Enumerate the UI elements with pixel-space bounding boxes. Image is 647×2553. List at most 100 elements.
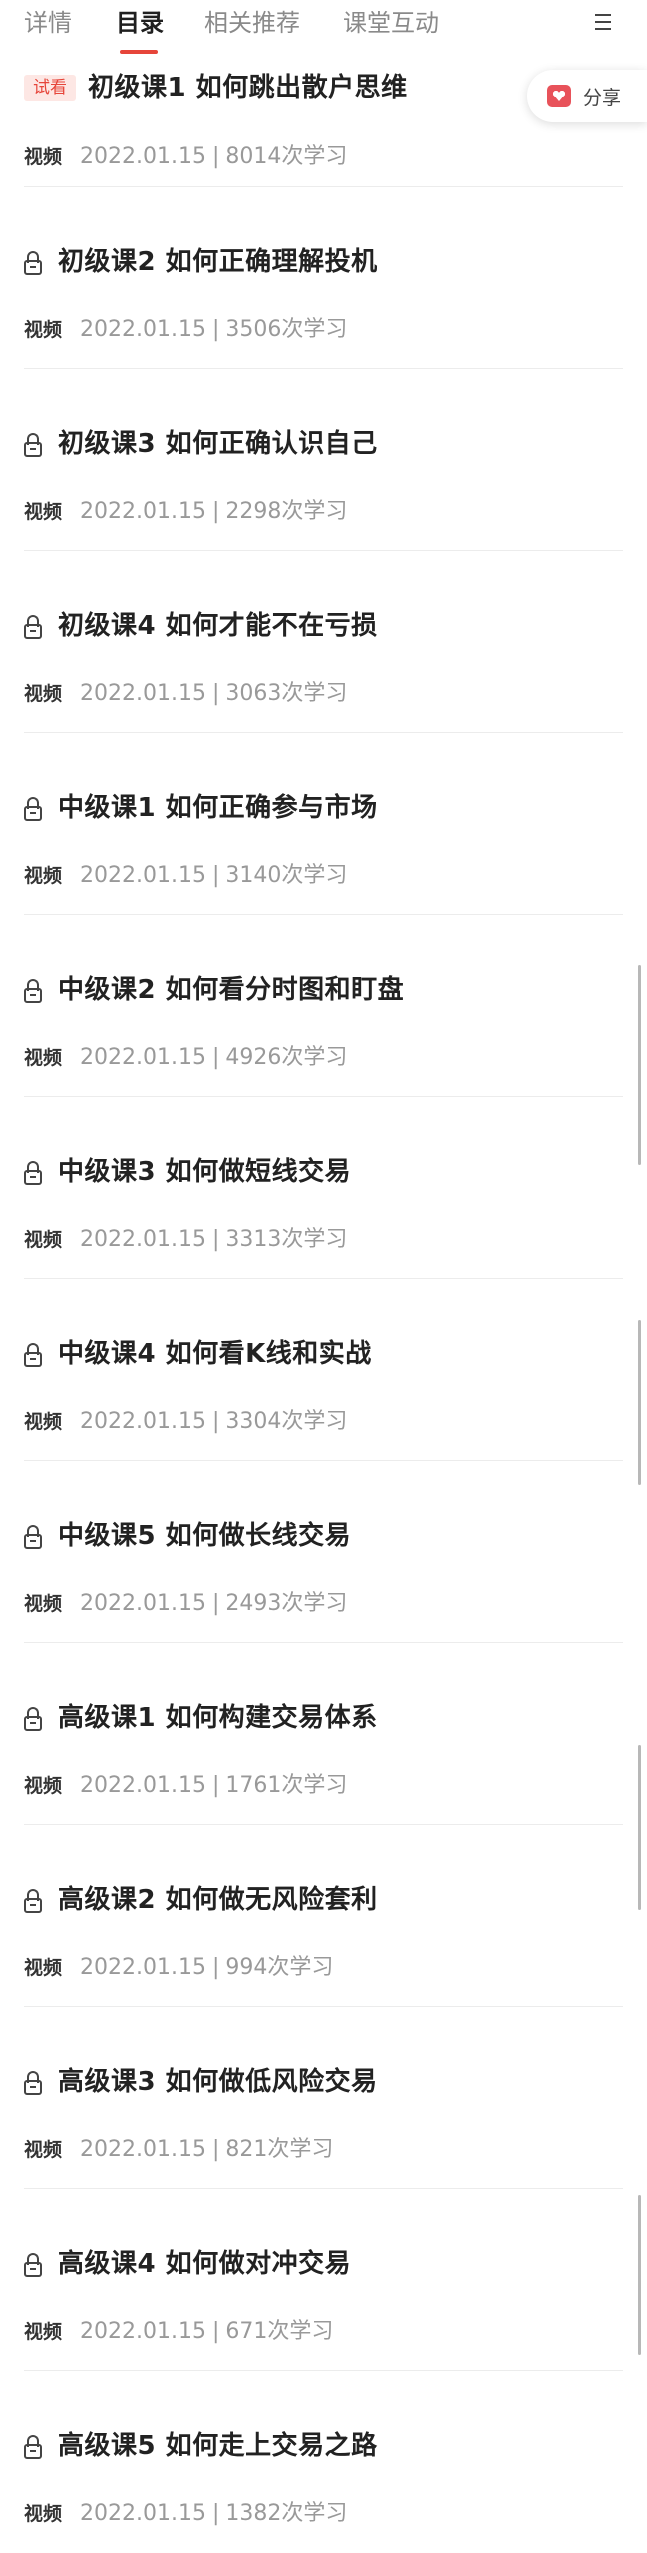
meta-separator: | [211,1409,220,1434]
lesson-title: 中级课5 如何做长线交易 [58,1521,352,1551]
lesson-title: 中级课4 如何看K线和实战 [58,1339,372,1369]
lesson-views: 8014次学习 [225,144,348,169]
lesson-item[interactable]: 高级课1 如何构建交易体系 视频 2022.01.15 | 1761次学习 [24,1643,623,1825]
lesson-item[interactable]: 试看 初级课1 如何跳出散户思维 视频 2022.01.15 | 8014次学习 [24,58,623,187]
lock-icon [24,1525,42,1549]
lesson-views: 1382次学习 [225,2501,348,2526]
menu-more-icon[interactable] [595,12,623,34]
lesson-title: 高级课2 如何做无风险套利 [58,1885,378,1915]
lesson-views: 3140次学习 [225,863,348,888]
meta-separator: | [211,144,220,169]
meta-separator: | [211,1227,220,1252]
meta-separator: | [211,681,220,706]
lesson-type: 视频 [24,1775,63,1797]
tab-catalog[interactable]: 目录 [116,6,164,40]
lesson-item[interactable]: 中级课5 如何做长线交易 视频 2022.01.15 | 2493次学习 [24,1461,623,1643]
lesson-list: 试看 初级课1 如何跳出散户思维 视频 2022.01.15 | 8014次学习… [0,58,647,2553]
lesson-date: 2022.01.15 [80,317,206,342]
lesson-item[interactable]: 高级课3 如何做低风险交易 视频 2022.01.15 | 821次学习 [24,2007,623,2189]
lesson-views: 3304次学习 [225,1409,348,1434]
lesson-views: 994次学习 [225,1955,334,1980]
lesson-title: 高级课3 如何做低风险交易 [58,2067,378,2097]
lesson-date: 2022.01.15 [80,499,206,524]
lesson-date: 2022.01.15 [80,2137,206,2162]
meta-separator: | [211,499,220,524]
lock-icon [24,979,42,1003]
lesson-views: 2493次学习 [225,1591,348,1616]
lock-icon [24,251,42,275]
meta-separator: | [211,1045,220,1070]
meta-separator: | [211,1773,220,1798]
lesson-type: 视频 [24,1047,63,1069]
lesson-item[interactable]: 中级课1 如何正确参与市场 视频 2022.01.15 | 3140次学习 [24,733,623,915]
lock-icon [24,615,42,639]
lesson-title: 高级课4 如何做对冲交易 [58,2249,352,2279]
lesson-date: 2022.01.15 [80,144,206,169]
lesson-title: 高级课5 如何走上交易之路 [58,2431,378,2461]
lesson-date: 2022.01.15 [80,681,206,706]
meta-separator: | [211,1591,220,1616]
lesson-type: 视频 [24,1593,63,1615]
lesson-date: 2022.01.15 [80,863,206,888]
lesson-item[interactable]: 高级课2 如何做无风险套利 视频 2022.01.15 | 994次学习 [24,1825,623,2007]
lesson-views: 3313次学习 [225,1227,348,1252]
lesson-title: 中级课1 如何正确参与市场 [58,793,378,823]
lesson-date: 2022.01.15 [80,1591,206,1616]
tab-details[interactable]: 详情 [24,6,72,40]
lesson-item[interactable]: 中级课4 如何看K线和实战 视频 2022.01.15 | 3304次学习 [24,1279,623,1461]
lock-icon [24,1343,42,1367]
lesson-type: 视频 [24,2503,63,2525]
trial-badge: 试看 [24,75,76,101]
lesson-item[interactable]: 初级课4 如何才能不在亏损 视频 2022.01.15 | 3063次学习 [24,551,623,733]
meta-separator: | [211,863,220,888]
lesson-type: 视频 [24,2321,63,2343]
lesson-type: 视频 [24,1411,63,1433]
meta-separator: | [211,2137,220,2162]
lesson-type: 视频 [24,146,63,168]
lesson-item[interactable]: 中级课2 如何看分时图和盯盘 视频 2022.01.15 | 4926次学习 [24,915,623,1097]
lesson-type: 视频 [24,1229,63,1251]
lesson-type: 视频 [24,683,63,705]
lesson-item[interactable]: 高级课5 如何走上交易之路 视频 2022.01.15 | 1382次学习 [24,2371,623,2553]
lesson-date: 2022.01.15 [80,1045,206,1070]
lock-icon [24,2071,42,2095]
lock-icon [24,797,42,821]
meta-separator: | [211,2501,220,2526]
tab-bar: 详情 目录 相关推荐 课堂互动 [0,0,647,58]
lesson-type: 视频 [24,501,63,523]
lesson-type: 视频 [24,865,63,887]
lesson-title: 中级课3 如何做短线交易 [58,1157,352,1187]
lesson-item[interactable]: 高级课4 如何做对冲交易 视频 2022.01.15 | 671次学习 [24,2189,623,2371]
lock-icon [24,2435,42,2459]
lesson-title: 初级课4 如何才能不在亏损 [58,611,378,641]
lesson-views: 4926次学习 [225,1045,348,1070]
lesson-item[interactable]: 中级课3 如何做短线交易 视频 2022.01.15 | 3313次学习 [24,1097,623,1279]
lesson-views: 1761次学习 [225,1773,348,1798]
lesson-item[interactable]: 初级课2 如何正确理解投机 视频 2022.01.15 | 3506次学习 [24,187,623,369]
tab-recommendations[interactable]: 相关推荐 [204,6,300,40]
lesson-type: 视频 [24,1957,63,1979]
lesson-date: 2022.01.15 [80,2319,206,2344]
lock-icon [24,2253,42,2277]
lesson-title: 初级课1 如何跳出散户思维 [88,73,408,103]
lesson-date: 2022.01.15 [80,1409,206,1434]
lock-icon [24,1161,42,1185]
lesson-views: 2298次学习 [225,499,348,524]
lesson-views: 3506次学习 [225,317,348,342]
lesson-views: 671次学习 [225,2319,334,2344]
lesson-title: 高级课1 如何构建交易体系 [58,1703,378,1733]
meta-separator: | [211,317,220,342]
lesson-views: 3063次学习 [225,681,348,706]
tab-classroom-interaction[interactable]: 课堂互动 [343,6,439,40]
lesson-item[interactable]: 初级课3 如何正确认识自己 视频 2022.01.15 | 2298次学习 [24,369,623,551]
lesson-title: 初级课2 如何正确理解投机 [58,247,378,277]
lock-icon [24,1707,42,1731]
lesson-type: 视频 [24,2139,63,2161]
lock-icon [24,433,42,457]
lesson-title: 初级课3 如何正确认识自己 [58,429,378,459]
lesson-title: 中级课2 如何看分时图和盯盘 [58,975,405,1005]
lesson-type: 视频 [24,319,63,341]
lesson-views: 821次学习 [225,2137,334,2162]
meta-separator: | [211,2319,220,2344]
lesson-date: 2022.01.15 [80,2501,206,2526]
